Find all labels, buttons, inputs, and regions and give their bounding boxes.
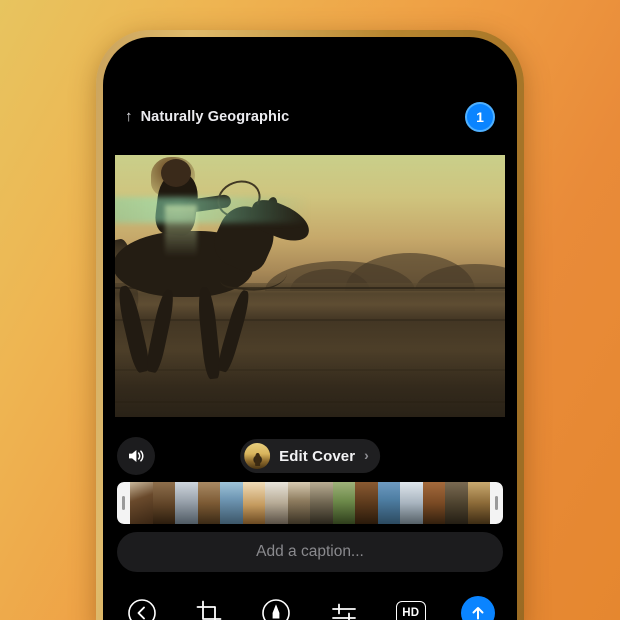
frame-6[interactable]	[242, 482, 265, 524]
media-preview-image	[115, 155, 505, 417]
destination-label: Naturally Geographic	[140, 109, 290, 125]
frame-7[interactable]	[265, 482, 288, 524]
trim-grip-icon	[122, 496, 125, 510]
frame-8[interactable]	[287, 482, 310, 524]
frame-4[interactable]	[197, 482, 220, 524]
frame-2[interactable]	[152, 482, 175, 524]
frame-12[interactable]	[377, 482, 400, 524]
frame-15[interactable]	[445, 482, 468, 524]
cover-thumbnail	[244, 443, 271, 469]
sliders-icon	[330, 599, 358, 620]
pen-circle-icon	[261, 598, 291, 620]
selection-count-value: 1	[476, 109, 484, 125]
up-arrow-icon: ↑	[125, 107, 133, 125]
phone-screen: ↑ Naturally Geographic 1 Edit Cover › Ad…	[103, 37, 517, 620]
frame-11[interactable]	[355, 482, 378, 524]
share-destination-header: ↑ Naturally Geographic 1	[103, 95, 517, 139]
hd-label: HD	[402, 607, 420, 619]
crop-icon	[195, 599, 223, 620]
adjust-button[interactable]	[327, 596, 361, 620]
chevron-right-icon: ›	[364, 447, 369, 463]
arrow-up-icon	[468, 603, 488, 620]
destination-chip[interactable]: ↑ Naturally Geographic	[125, 107, 290, 126]
mute-toggle-button[interactable]	[117, 437, 155, 475]
frame-10[interactable]	[332, 482, 355, 524]
horse-and-rider-silhouette	[115, 157, 319, 409]
frame-3[interactable]	[175, 482, 198, 524]
markup-button[interactable]	[259, 596, 293, 620]
trim-handle-right[interactable]	[490, 482, 503, 524]
send-button[interactable]	[460, 596, 495, 620]
selection-count-badge[interactable]: 1	[465, 102, 495, 132]
frame-16[interactable]	[467, 482, 490, 524]
crop-button[interactable]	[192, 596, 226, 620]
trim-grip-icon	[495, 496, 498, 510]
screenshot-stage: ↑ Naturally Geographic 1 Edit Cover › Ad…	[0, 0, 620, 620]
phone-device-frame: ↑ Naturally Geographic 1 Edit Cover › Ad…	[96, 30, 524, 620]
frame-14[interactable]	[422, 482, 445, 524]
caption-input[interactable]: Add a caption...	[117, 532, 503, 572]
speaker-wave-icon	[126, 447, 146, 465]
media-controls-row: Edit Cover ›	[103, 429, 517, 483]
edit-cover-button[interactable]: Edit Cover ›	[240, 439, 380, 473]
editor-toolbar: HD	[103, 585, 517, 620]
hd-badge-icon: HD	[395, 601, 426, 620]
chevron-left-circle-icon	[127, 598, 157, 620]
frame-1[interactable]	[130, 482, 153, 524]
media-preview[interactable]	[113, 152, 507, 420]
trim-handle-left[interactable]	[117, 482, 130, 524]
frame-13[interactable]	[400, 482, 423, 524]
frame-5[interactable]	[220, 482, 243, 524]
filmstrip-frames	[130, 482, 490, 524]
hd-button[interactable]: HD	[394, 596, 428, 620]
video-trim-filmstrip[interactable]	[117, 482, 503, 524]
frame-9[interactable]	[310, 482, 333, 524]
back-button[interactable]	[125, 596, 159, 620]
edit-cover-label: Edit Cover	[279, 447, 356, 465]
caption-placeholder: Add a caption...	[256, 543, 364, 560]
